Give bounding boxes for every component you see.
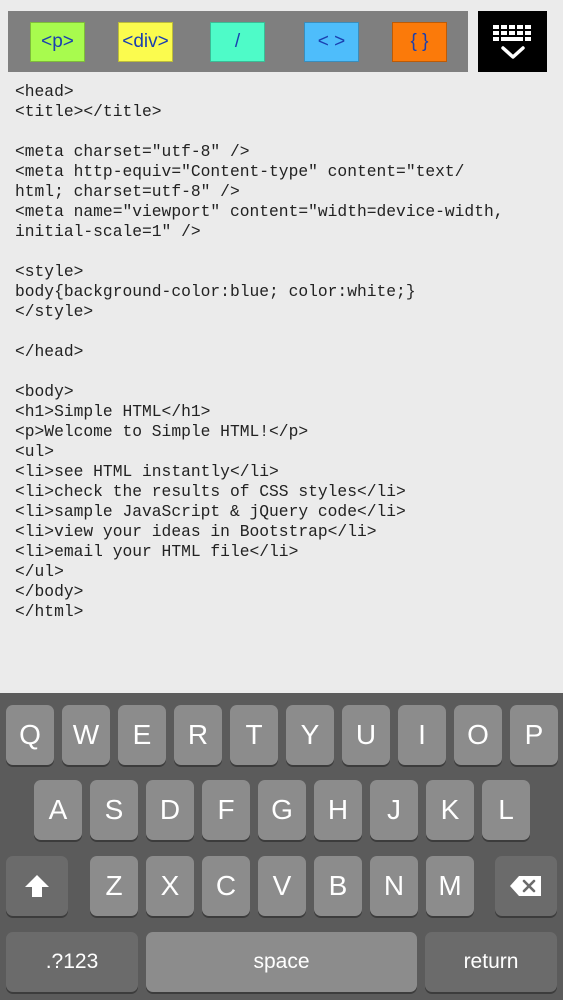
key-p[interactable]: P xyxy=(510,705,558,765)
shift-icon xyxy=(25,875,49,897)
key-g[interactable]: G xyxy=(258,780,306,840)
key-t[interactable]: T xyxy=(230,705,278,765)
backspace-icon xyxy=(510,876,541,896)
html-editor[interactable] xyxy=(15,82,555,687)
numbers-key[interactable]: .?123 xyxy=(6,932,138,992)
key-z[interactable]: Z xyxy=(90,856,138,916)
key-o[interactable]: O xyxy=(454,705,502,765)
key-y[interactable]: Y xyxy=(286,705,334,765)
shift-key[interactable] xyxy=(6,856,68,916)
key-f[interactable]: F xyxy=(202,780,250,840)
keyboard-dismiss-icon xyxy=(492,24,531,59)
key-v[interactable]: V xyxy=(258,856,306,916)
key-e[interactable]: E xyxy=(118,705,166,765)
space-key[interactable]: space xyxy=(146,932,417,992)
key-j[interactable]: J xyxy=(370,780,418,840)
key-s[interactable]: S xyxy=(90,780,138,840)
insert-angle-brackets-button[interactable]: < > xyxy=(304,22,359,62)
tag-toolbar: <p> <div> / < > { } xyxy=(8,11,468,72)
insert-div-tag-button[interactable]: <div> xyxy=(118,22,173,62)
key-h[interactable]: H xyxy=(314,780,362,840)
insert-curly-braces-button[interactable]: { } xyxy=(392,22,447,62)
key-r[interactable]: R xyxy=(174,705,222,765)
key-m[interactable]: M xyxy=(426,856,474,916)
key-l[interactable]: L xyxy=(482,780,530,840)
key-i[interactable]: I xyxy=(398,705,446,765)
key-b[interactable]: B xyxy=(314,856,362,916)
insert-p-tag-button[interactable]: <p> xyxy=(30,22,85,62)
key-d[interactable]: D xyxy=(146,780,194,840)
key-n[interactable]: N xyxy=(370,856,418,916)
key-w[interactable]: W xyxy=(62,705,110,765)
key-a[interactable]: A xyxy=(34,780,82,840)
on-screen-keyboard: Q W E R T Y U I O P A S D F G H J K L Z … xyxy=(0,693,563,1000)
key-q[interactable]: Q xyxy=(6,705,54,765)
hide-keyboard-button[interactable] xyxy=(478,11,547,72)
key-k[interactable]: K xyxy=(426,780,474,840)
key-c[interactable]: C xyxy=(202,856,250,916)
return-key[interactable]: return xyxy=(425,932,557,992)
insert-slash-button[interactable]: / xyxy=(210,22,265,62)
key-x[interactable]: X xyxy=(146,856,194,916)
key-u[interactable]: U xyxy=(342,705,390,765)
delete-key[interactable] xyxy=(495,856,557,916)
